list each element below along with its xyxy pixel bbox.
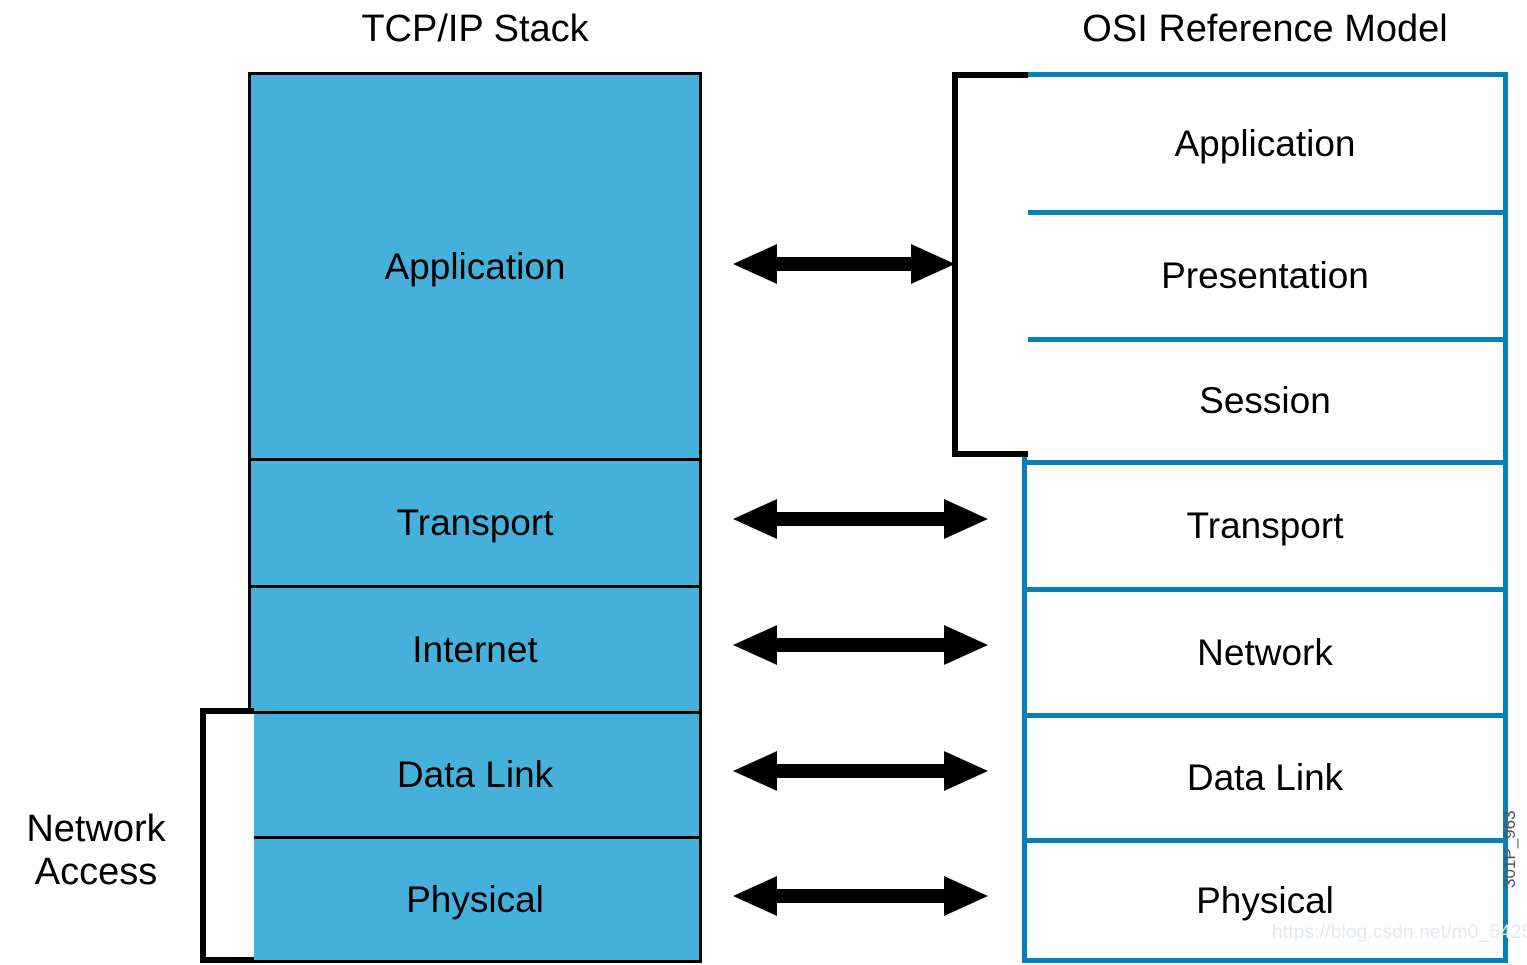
osi-layer-application[interactable]: Application bbox=[1027, 77, 1503, 210]
network-access-label-line1: Network bbox=[26, 808, 166, 850]
tcpip-layer-physical-label: Physical bbox=[406, 878, 544, 920]
osi-layer-session[interactable]: Session bbox=[1027, 337, 1503, 460]
tcpip-layer-application[interactable]: Application bbox=[251, 75, 699, 458]
osi-layer-presentation-label: Presentation bbox=[1161, 255, 1369, 296]
tcpip-layer-transport-label: Transport bbox=[396, 502, 554, 543]
tcpip-stack: Application Transport Internet Data Link… bbox=[248, 72, 702, 963]
tcpip-layer-internet[interactable]: Internet bbox=[251, 585, 699, 711]
tcpip-layer-physical[interactable]: Physical bbox=[251, 836, 699, 960]
network-access-bracket bbox=[200, 708, 254, 963]
osi-layer-session-label: Session bbox=[1199, 380, 1331, 421]
tcpip-layer-data-link[interactable]: Data Link bbox=[251, 711, 699, 836]
osi-model-title: OSI Reference Model bbox=[1082, 8, 1448, 50]
osi-layer-transport-label: Transport bbox=[1186, 505, 1344, 546]
osi-layer-transport[interactable]: Transport bbox=[1027, 460, 1503, 587]
osi-layer-presentation[interactable]: Presentation bbox=[1027, 210, 1503, 337]
osi-application-group-bracket bbox=[952, 72, 1028, 457]
osi-stack: Application Presentation Session Transpo… bbox=[1022, 72, 1508, 963]
osi-layer-physical-label: Physical bbox=[1196, 879, 1334, 921]
mapping-arrow-physical bbox=[733, 874, 988, 918]
vertical-code-watermark: 301P_963 bbox=[1500, 810, 1519, 888]
tcpip-stack-title: TCP/IP Stack bbox=[361, 8, 589, 50]
tcpip-layer-data-link-label: Data Link bbox=[396, 754, 554, 795]
mapping-arrow-internet-network bbox=[733, 623, 988, 667]
mapping-arrow-application bbox=[733, 242, 955, 286]
tcpip-layer-internet-label: Internet bbox=[412, 628, 538, 670]
mapping-arrow-data-link bbox=[733, 749, 988, 793]
csdn-url-watermark: https://blog.csdn.net/m0_54252344 bbox=[1272, 922, 1527, 943]
mapping-arrow-transport bbox=[733, 497, 988, 541]
osi-layer-network-label: Network bbox=[1197, 631, 1333, 673]
osi-layer-application-label: Application bbox=[1174, 122, 1356, 164]
osi-layer-network[interactable]: Network bbox=[1027, 587, 1503, 713]
osi-layer-data-link[interactable]: Data Link bbox=[1027, 713, 1503, 838]
network-access-label: Network Access bbox=[0, 808, 192, 893]
osi-layer-data-link-label: Data Link bbox=[1186, 757, 1344, 798]
diagram-canvas: TCP/IP Stack OSI Reference Model Applica… bbox=[0, 0, 1527, 965]
tcpip-layer-transport[interactable]: Transport bbox=[251, 458, 699, 585]
network-access-label-line2: Access bbox=[34, 850, 158, 893]
tcpip-layer-application-label: Application bbox=[384, 245, 566, 287]
